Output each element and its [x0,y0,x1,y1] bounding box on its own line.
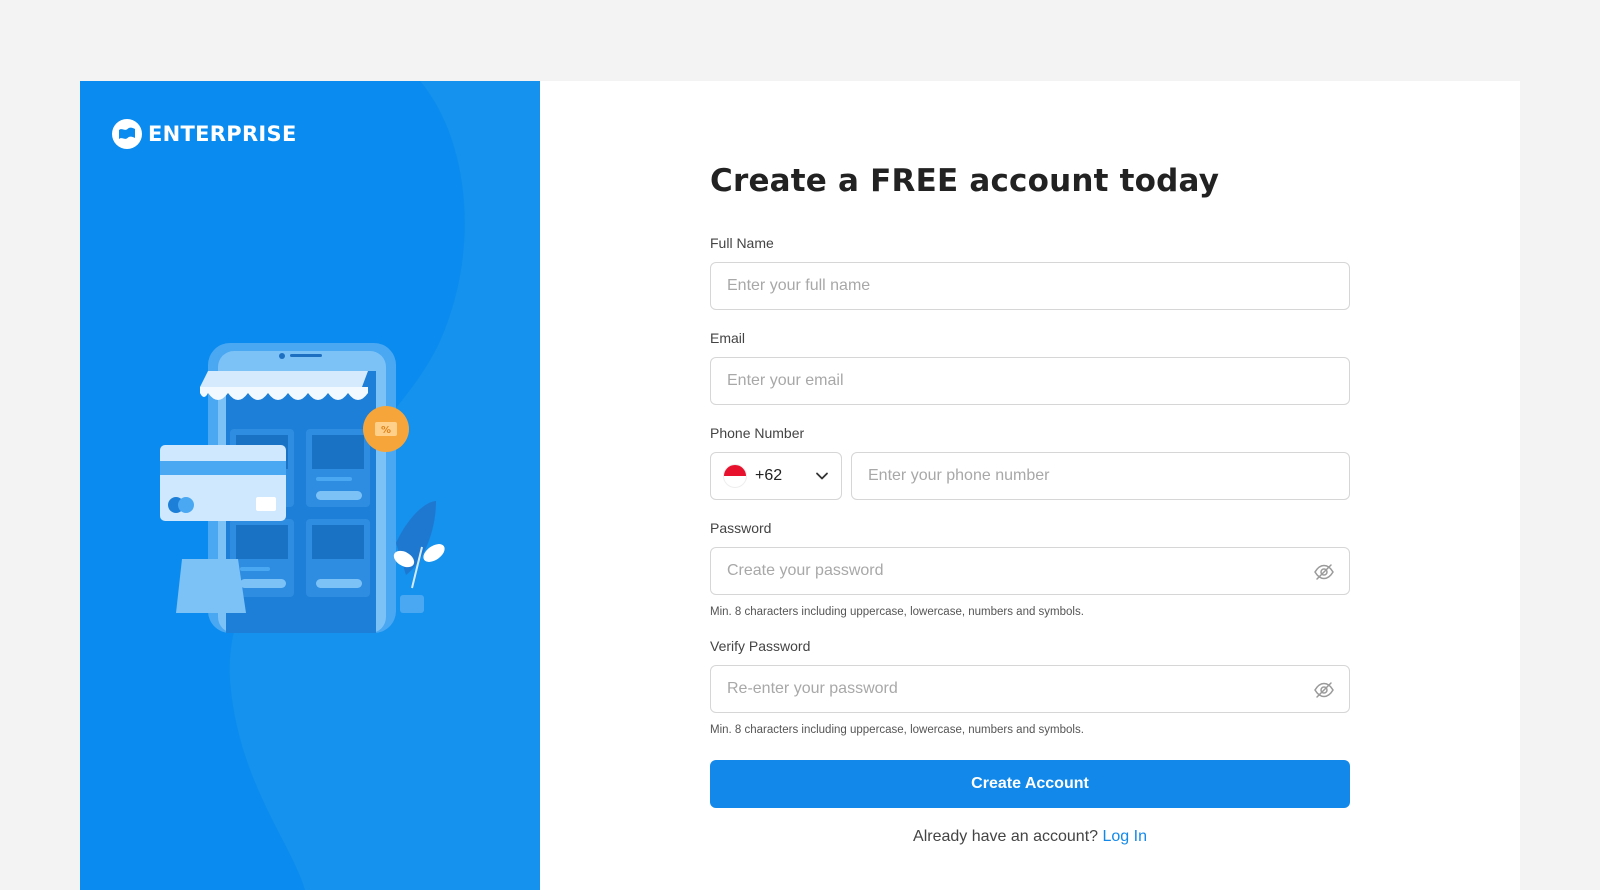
email-group: Email [710,330,1350,405]
verify-password-input[interactable] [711,666,1349,712]
signup-form: Create a FREE account today Full Name Em… [710,163,1350,846]
indonesia-flag-icon [723,464,747,488]
full-name-input[interactable] [711,263,1349,309]
eye-off-icon[interactable] [1313,561,1335,583]
full-name-group: Full Name [710,235,1350,310]
login-prompt-line: Already have an account? Log In [710,828,1350,846]
brand-logo: ENTERPRISE [112,119,297,149]
phone-row: +62 [710,452,1350,500]
password-group: Password Min. 8 characters including upp… [710,520,1350,618]
verify-password-group: Verify Password Min. 8 characters includ… [710,638,1350,736]
password-hint: Min. 8 characters including uppercase, l… [710,606,1084,618]
country-code-value: +62 [755,467,783,484]
chevron-down-icon [816,472,828,480]
phone-label: Phone Number [710,425,805,441]
verify-password-wrapper [710,665,1350,713]
email-input[interactable] [711,358,1349,404]
email-label: Email [710,330,746,346]
phone-input[interactable] [852,453,1349,499]
country-code-select[interactable]: +62 [710,452,842,500]
create-account-button[interactable]: Create Account [710,760,1350,808]
eye-off-icon[interactable] [1313,679,1335,701]
signup-form-panel: Create a FREE account today Full Name Em… [540,81,1520,890]
enterprise-logo-icon [112,119,142,149]
password-input[interactable] [711,548,1349,594]
svg-text:%: % [381,425,391,436]
email-wrapper [710,357,1350,405]
login-prompt-text: Already have an account? [913,828,1099,845]
phone-wrapper [851,452,1350,500]
phone-group: Phone Number +62 [710,425,1350,500]
verify-password-hint: Min. 8 characters including uppercase, l… [710,724,1084,736]
verify-password-label: Verify Password [710,638,811,654]
password-label: Password [710,520,772,536]
page-title: Create a FREE account today [710,163,1220,199]
brand-panel: ENTERPRISE % [80,81,540,890]
full-name-label: Full Name [710,235,774,251]
login-link[interactable]: Log In [1102,828,1146,845]
full-name-wrapper [710,262,1350,310]
password-wrapper [710,547,1350,595]
online-store-illustration: % [160,343,445,633]
signup-page: ENTERPRISE % Create a FREE account today… [80,81,1520,890]
brand-name: ENTERPRISE [148,122,297,146]
